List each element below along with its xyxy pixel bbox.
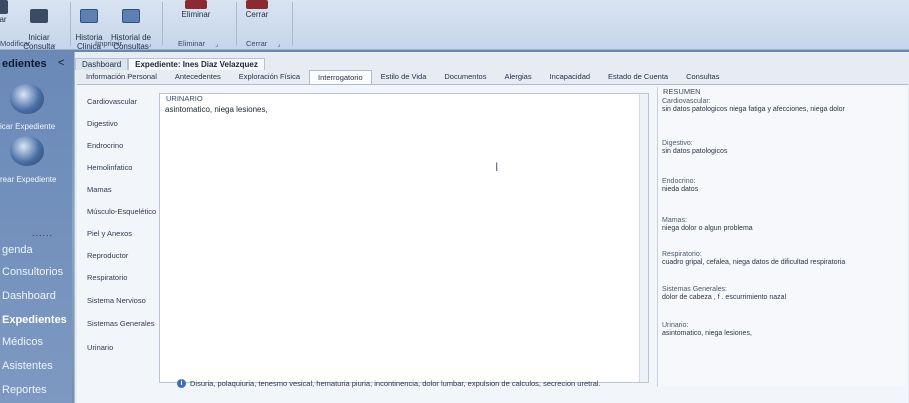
buscar-expediente-button[interactable]: icar Expediente [0,122,55,131]
close-icon [246,0,268,9]
tab-alergias[interactable]: Alergias [495,69,540,84]
urinario-textarea[interactable]: URINARIO asintomatico, niega lesiones, I [159,93,649,383]
interrogatorio-content: Cardiovascular Digestivo Endrocrino Hemo… [77,84,908,403]
resumen-section-text: niega dolor o algun problema [662,225,753,232]
sidebar-item-consultorios[interactable]: Consultorios [2,266,63,278]
ribbon-group-imprimir: Imprimir ⌟ [95,39,152,48]
ribbon-toolbar: ar Iniciar Consulta Historia Clinica His… [0,0,909,51]
system-item-reproductor[interactable]: Reproductor [87,251,128,260]
resumen-section-title: Cardiovascular: [662,98,711,105]
system-item-nervioso[interactable]: Sistema Nervioso [87,296,146,305]
tab-informacion-personal[interactable]: Información Personal [77,69,166,84]
tab-incapacidad[interactable]: Incapacidad [541,69,599,84]
system-item-cardiovascular[interactable]: Cardiovascular [87,97,137,106]
system-item-mamas[interactable]: Mamas [87,185,112,194]
consulta-icon [30,9,48,23]
ribbon-group-modificar: Modificar ⌟ [0,39,56,48]
ribbon-group-eliminar: Eliminar ⌟ [178,39,219,48]
resumen-section-text: nieda datos [662,186,699,193]
tab-estado-de-cuenta[interactable]: Estado de Cuenta [599,69,677,84]
sidebar-item-agenda[interactable]: genda [2,244,33,256]
sidebar-item-expedientes[interactable]: Expedientes [2,314,67,326]
tab-antecedentes[interactable]: Antecedentes [166,69,230,84]
search-patient-icon[interactable] [10,84,44,114]
resumen-section-text: sin datos patologicos niega fatiga y afe… [662,106,845,113]
group-launcher-icon[interactable]: ⌟ [148,40,151,48]
resumen-section-title: Urinario: [662,322,689,329]
textarea-scrollbar[interactable] [639,94,648,382]
tab-documentos[interactable]: Documentos [435,69,495,84]
tab-interrogatorio[interactable]: Interrogatorio [309,70,372,84]
add-patient-icon[interactable] [10,136,44,166]
sidebar: edientes < icar Expediente rear Expedien… [0,52,72,403]
delete-icon [185,0,207,9]
consultation-history-icon [122,9,140,23]
info-icon: i [177,378,186,388]
text-cursor-icon: I [495,160,499,174]
sidebar-collapse-button[interactable]: < [58,57,64,69]
resumen-section-title: Endocrino: [662,178,696,185]
ribbon-cut-button[interactable]: ar [0,0,10,36]
urinario-legend: URINARIO [166,94,203,103]
hint-text: Disuria, polaquiuria, tenesmo vesical, h… [190,378,601,388]
urinario-text: asintomatico, niega lesiones, [165,105,268,114]
resumen-section-title: Digestivo: [662,140,693,147]
system-item-respiratorio[interactable]: Respiratorio [87,273,127,282]
group-launcher-icon[interactable]: ⌟ [277,40,280,48]
crear-expediente-button[interactable]: rear Expediente [0,175,56,184]
historia-clinica-button[interactable]: Historia Clinica [74,0,104,51]
group-launcher-icon[interactable]: ⌟ [215,40,218,48]
resumen-section-text: dolor de cabeza , f . escurrimiento naza… [662,294,787,301]
sidebar-divider: ...... [32,228,54,238]
system-item-hemolinfatico[interactable]: Hemolinfatico [87,163,132,172]
resumen-title: RESUMEN [663,87,701,96]
resumen-section-title: Respiratorio: [662,251,702,258]
resumen-section-text: sin datos patologicos [662,148,728,155]
cerrar-button[interactable]: Cerrar [240,0,274,36]
sidebar-item-reportes[interactable]: Reportes [2,384,47,396]
systems-list: Cardiovascular Digestivo Endrocrino Hemo… [87,97,157,397]
historial-consultas-button[interactable]: Historial de Consultas [108,0,154,51]
tab-consultas[interactable]: Consultas [677,69,728,84]
resumen-panel: RESUMEN Cardiovascular: sin datos patolo… [657,87,905,387]
clinical-history-icon [80,9,98,23]
cut-icon [0,0,8,14]
sidebar-item-dashboard[interactable]: Dashboard [2,290,56,302]
sidebar-title: edientes [2,58,47,70]
tab-estilo-de-vida[interactable]: Estilo de Vida [372,69,436,84]
system-item-endocrino[interactable]: Endrocrino [87,141,123,150]
record-subtabs: Información Personal Antecedentes Explor… [77,70,728,84]
system-item-piel[interactable]: Piel y Anexos [87,229,132,238]
ribbon-group-cerrar: Cerrar ⌟ [246,39,281,48]
hint-bar: i Disuria, polaquiuria, tenesmo vesical,… [177,377,907,389]
system-item-urinario[interactable]: Urinario [87,343,113,352]
resumen-section-text: cuadro gripal, cefalea, niega datos de d… [662,259,846,266]
resumen-section-text: asintomatico, niega lesiones, [662,330,752,337]
system-item-musculo[interactable]: Músculo-Esquelético [87,207,156,216]
main-panel: Dashboard Expediente: Ines Diaz Velazque… [74,52,909,403]
resumen-section-title: Mamas: [662,217,687,224]
iniciar-consulta-button[interactable]: Iniciar Consulta [20,0,58,51]
sidebar-item-asistentes[interactable]: Asistentes [2,360,53,372]
system-item-digestivo[interactable]: Digestivo [87,119,118,128]
resumen-section-title: Sistemas Generales: [662,286,727,293]
tab-exploracion-fisica[interactable]: Exploración Física [230,69,309,84]
group-launcher-icon[interactable]: ⌟ [52,40,55,48]
sidebar-item-medicos[interactable]: Médicos [2,336,43,348]
system-item-generales[interactable]: Sistemas Generales [87,319,155,328]
eliminar-button[interactable]: Eliminar [176,0,216,36]
